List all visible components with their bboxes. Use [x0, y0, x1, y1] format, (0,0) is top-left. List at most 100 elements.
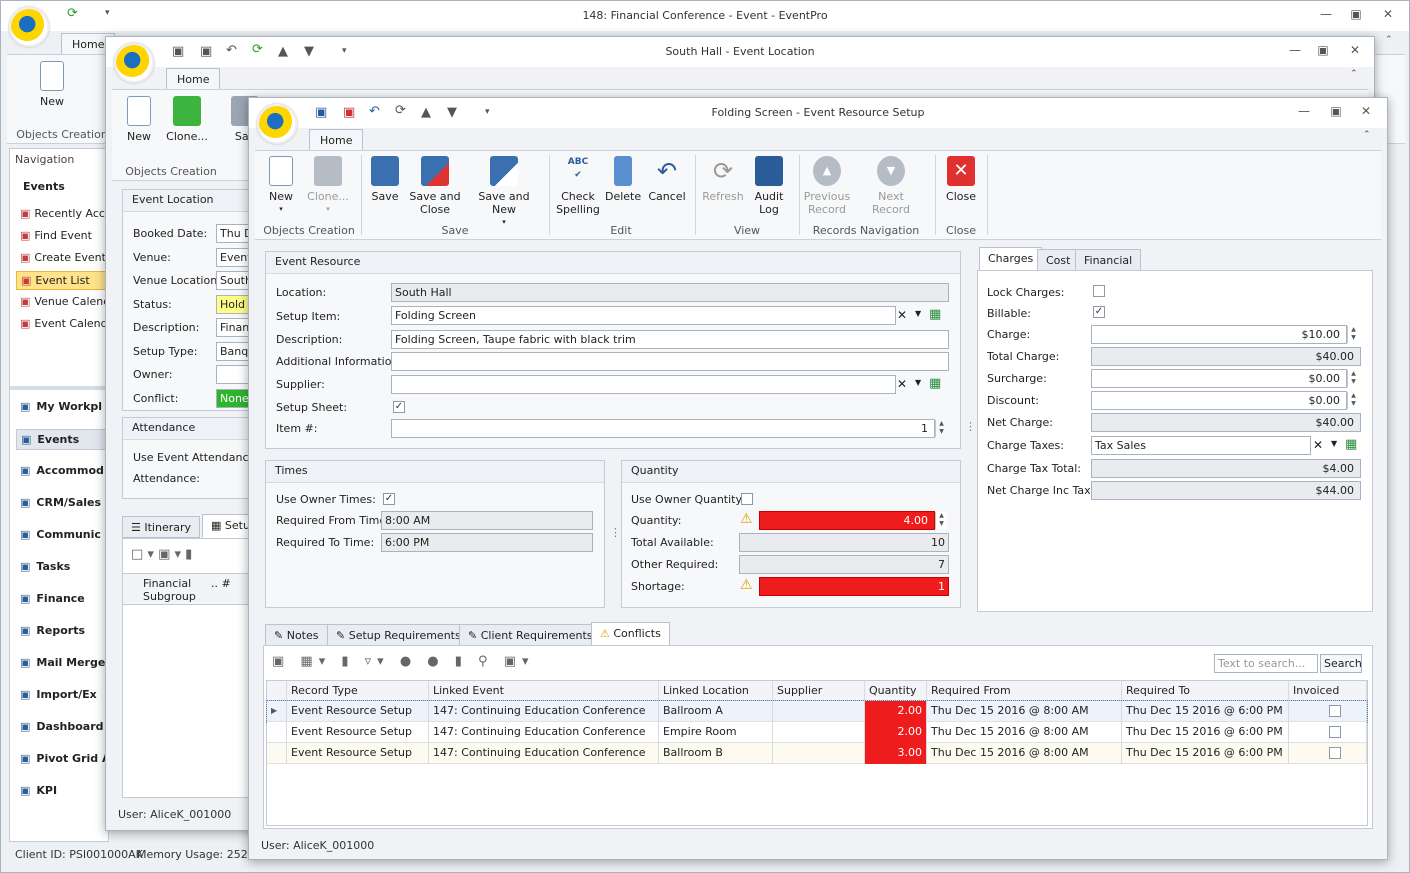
col-financial-subgroup[interactable]: Financial Subgroup: [143, 577, 207, 603]
invoiced-checkbox[interactable]: [1329, 705, 1341, 717]
resource-down-icon[interactable]: ▼: [447, 105, 457, 120]
location-field[interactable]: South Hall: [391, 283, 949, 302]
supplier-dropdown-icon[interactable]: ▼: [915, 378, 921, 387]
search-button[interactable]: Search: [1320, 654, 1362, 673]
location-collapse-ribbon-icon[interactable]: ⌃: [1350, 69, 1358, 79]
net-inc-field[interactable]: $44.00: [1091, 481, 1361, 500]
use-owner-quantity-checkbox[interactable]: [741, 493, 753, 505]
table-row[interactable]: ▶ Event Resource Setup 147: Continuing Edu…: [266, 700, 1368, 723]
taxes-dropdown-icon[interactable]: ▼: [1331, 439, 1337, 448]
item-number-field[interactable]: 1: [391, 419, 935, 438]
resource-collapse-ribbon-icon[interactable]: ⌃: [1363, 130, 1371, 140]
supplier-field[interactable]: [391, 375, 896, 394]
module-8[interactable]: ▣ Reports: [16, 621, 108, 640]
save-and-new-button[interactable]: Save and New ▾: [467, 156, 541, 229]
location-save-icon[interactable]: ▣: [172, 44, 184, 59]
clone-button[interactable]: Clone... ▾: [305, 156, 351, 216]
check-spelling-button[interactable]: ABC ✔ Check Spelling: [553, 156, 603, 216]
col-number[interactable]: .. #: [211, 577, 231, 590]
minimize-icon[interactable]: —: [1317, 7, 1335, 21]
owner-value-field[interactable]: [216, 365, 252, 384]
module-2[interactable]: ▣ Events: [16, 429, 108, 450]
tab-financial[interactable]: Financial: [1075, 249, 1142, 271]
quantity-field[interactable]: 4.00: [759, 511, 935, 530]
location-minimize-icon[interactable]: —: [1286, 43, 1304, 57]
status-value-field[interactable]: Hold: [216, 294, 252, 314]
stepper-icon[interactable]: ▲ ▼: [1347, 370, 1359, 387]
module-7[interactable]: ▣ Finance: [16, 589, 108, 608]
location-maximize-icon[interactable]: ▣: [1314, 43, 1332, 57]
location-down-icon[interactable]: ▼: [304, 44, 314, 59]
col-record-type[interactable]: Record Type: [287, 681, 429, 701]
description-field[interactable]: Folding Screen, Taupe fabric with black …: [391, 330, 949, 349]
resource-logo-icon[interactable]: [257, 104, 297, 144]
conflict-value-field[interactable]: None: [216, 388, 252, 408]
tab-setup-requirements[interactable]: ✎ Setup Requirements: [327, 624, 470, 646]
surcharge-field[interactable]: $0.00: [1091, 369, 1347, 388]
nav-item-5[interactable]: ▣ Venue Calend: [16, 293, 108, 310]
save-and-close-button[interactable]: Save and Close: [409, 156, 461, 216]
quantity-spinner[interactable]: ▲ ▼: [935, 512, 947, 529]
col-linked-location[interactable]: Linked Location: [659, 681, 773, 701]
col-quantity[interactable]: Quantity: [865, 681, 927, 701]
lock-checkbox[interactable]: [1093, 285, 1105, 297]
setup-item-dropdown-icon[interactable]: ▼: [915, 309, 921, 318]
nav-item-1[interactable]: ▣ Recently Acc: [16, 205, 108, 222]
location-undo-icon[interactable]: ↶: [226, 43, 237, 58]
location-up-icon[interactable]: ▲: [278, 44, 288, 59]
save-button[interactable]: Save: [367, 156, 403, 203]
tab-conflicts[interactable]: ⚠ Conflicts: [591, 622, 670, 646]
splitter-handle-icon[interactable]: ⋮: [610, 526, 621, 539]
location-close-icon[interactable]: ✕: [1346, 43, 1364, 57]
location-save-close-icon[interactable]: ▣: [200, 44, 212, 59]
tab-charges[interactable]: Charges: [979, 247, 1043, 271]
resource-close-icon[interactable]: ✕: [1357, 104, 1375, 118]
tab-client-requirements[interactable]: ✎ Client Requirements: [459, 624, 602, 646]
next-record-button[interactable]: ▼ Next Record: [859, 156, 923, 216]
refresh-icon[interactable]: ⟳: [67, 6, 78, 21]
stepper-icon[interactable]: ▲ ▼: [1347, 392, 1359, 409]
tax-total-field[interactable]: $4.00: [1091, 459, 1361, 478]
setup-type-value-field[interactable]: Banqu: [216, 341, 252, 361]
nav-item-6[interactable]: ▣ Event Calend: [16, 315, 108, 332]
discount-field[interactable]: $0.00: [1091, 391, 1347, 410]
net-field[interactable]: $40.00: [1091, 413, 1361, 432]
qat-dropdown-icon[interactable]: ▾: [105, 8, 110, 18]
billable-checkbox[interactable]: ✓: [1093, 306, 1105, 318]
item-number-spinner[interactable]: ▲ ▼: [935, 420, 947, 437]
resource-save-icon[interactable]: ▣: [315, 105, 327, 120]
collapse-ribbon-icon[interactable]: ⌃: [1385, 35, 1393, 45]
tab-itinerary[interactable]: ☰ Itinerary: [122, 516, 201, 538]
maximize-icon[interactable]: ▣: [1347, 7, 1365, 21]
resource-up-icon[interactable]: ▲: [421, 105, 431, 120]
nav-item-4[interactable]: ▣ Event List: [16, 271, 108, 290]
resource-undo-icon[interactable]: ↶: [369, 104, 380, 119]
audit-log-button[interactable]: Audit Log: [751, 156, 787, 216]
col-invoiced[interactable]: Invoiced: [1289, 681, 1367, 701]
module-1[interactable]: ▣ My Workpl: [16, 397, 108, 416]
total-available-field[interactable]: 10: [739, 533, 949, 552]
col-linked-event[interactable]: Linked Event: [429, 681, 659, 701]
required-from-field[interactable]: 8:00 AM: [381, 511, 593, 530]
nav-item-2[interactable]: ▣ Find Event: [16, 227, 108, 244]
resource-qat-dropdown-icon[interactable]: ▾: [485, 107, 490, 117]
tab-cost[interactable]: Cost: [1037, 249, 1080, 271]
new-button[interactable]: New ▾: [259, 156, 303, 216]
resource-refresh-icon[interactable]: ⟳: [395, 103, 406, 118]
table-row[interactable]: Event Resource Setup 147: Continuing Educ…: [267, 722, 1367, 743]
module-13[interactable]: ▣ KPI: [16, 781, 108, 800]
module-12[interactable]: ▣ Pivot Grid A: [16, 749, 108, 768]
desc-value-field[interactable]: Finan: [216, 318, 252, 337]
table-row[interactable]: Event Resource Setup 147: Continuing Educ…: [267, 743, 1367, 764]
booked-value-field[interactable]: Thu D: [216, 224, 252, 243]
refresh-button[interactable]: ⟳ Refresh: [701, 156, 745, 203]
splitter-vertical-icon[interactable]: ⋮: [965, 420, 976, 433]
total-field[interactable]: $40.00: [1091, 347, 1361, 366]
resource-maximize-icon[interactable]: ▣: [1327, 104, 1345, 118]
taxes-clear-icon[interactable]: ✕: [1313, 438, 1323, 452]
taxes-field[interactable]: Tax Sales: [1091, 436, 1311, 455]
other-required-field[interactable]: 7: [739, 555, 949, 574]
main-new-button[interactable]: New: [27, 61, 77, 108]
taxes-lookup-icon[interactable]: ▦: [1345, 437, 1357, 452]
app-logo-icon[interactable]: [9, 7, 49, 47]
